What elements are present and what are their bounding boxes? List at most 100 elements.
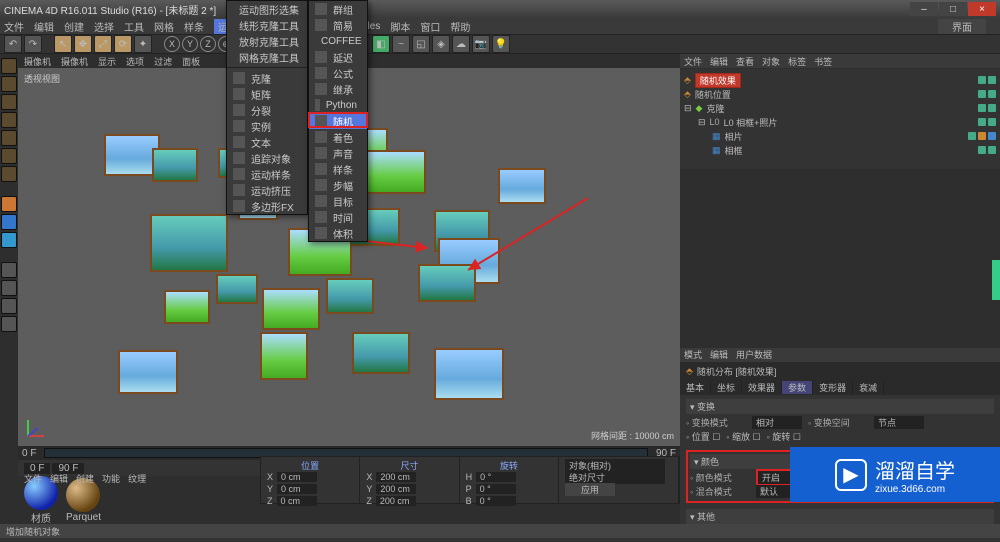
om-file[interactable]: 文件 xyxy=(684,55,702,68)
object-row-photo[interactable]: ▦相片 xyxy=(684,129,996,143)
om-view[interactable]: 查看 xyxy=(736,55,754,68)
attr-tab-effector[interactable]: 效果器 xyxy=(742,381,782,394)
undo-icon[interactable]: ↶ xyxy=(4,35,22,53)
tweak-icon[interactable] xyxy=(1,196,17,212)
transform-mode-select[interactable]: 相对 xyxy=(752,416,802,429)
mat-menu-texture[interactable]: 纹理 xyxy=(128,472,146,485)
snap-settings-icon[interactable] xyxy=(1,262,17,278)
mi-plain[interactable]: 简易 xyxy=(309,17,367,33)
size-y-field[interactable]: 200 cm xyxy=(376,484,416,494)
axis-mode-icon[interactable] xyxy=(1,166,17,182)
x-axis-lock[interactable]: X xyxy=(164,36,180,52)
mi-shader[interactable]: 着色 xyxy=(309,129,367,145)
mi-spline-eff[interactable]: 样条 xyxy=(309,161,367,177)
planar-workplane-icon[interactable] xyxy=(1,316,17,332)
menu-tools[interactable]: 工具 xyxy=(124,19,144,34)
z-axis-lock[interactable]: Z xyxy=(200,36,216,52)
view-display[interactable]: 显示 xyxy=(98,55,116,68)
mi-moextrude[interactable]: 运动挤压 xyxy=(227,182,307,198)
menu-create[interactable]: 创建 xyxy=(64,19,84,34)
mi-tracer[interactable]: 追踪对象 xyxy=(227,150,307,166)
mi-coffee[interactable]: COFFEE xyxy=(309,33,367,49)
mat-menu-edit[interactable]: 编辑 xyxy=(50,472,68,485)
quantize-icon[interactable] xyxy=(1,280,17,296)
primitive-cube-icon[interactable]: ◧ xyxy=(372,35,390,53)
attr-tab-coord[interactable]: 坐标 xyxy=(711,381,742,394)
object-row-random-effect[interactable]: ⬘随机效果 xyxy=(684,73,996,87)
menu-script[interactable]: 脚本 xyxy=(390,19,410,34)
rotate-icon[interactable]: ⟳ xyxy=(114,35,132,53)
menu-edit[interactable]: 编辑 xyxy=(34,19,54,34)
window-close-button[interactable]: × xyxy=(968,2,996,16)
generator-icon[interactable]: ◱ xyxy=(412,35,430,53)
menu-window[interactable]: 窗口 xyxy=(420,19,440,34)
mi-delay[interactable]: 延迟 xyxy=(309,49,367,65)
spline-icon[interactable]: ~ xyxy=(392,35,410,53)
attr-tab-deformer[interactable]: 变形器 xyxy=(813,381,853,394)
mi-linear-clone[interactable]: 线形克隆工具 xyxy=(227,17,307,33)
om-tags[interactable]: 标签 xyxy=(788,55,806,68)
attr-tab-falloff[interactable]: 衰减 xyxy=(853,381,884,394)
mi-matrix[interactable]: 矩阵 xyxy=(227,86,307,102)
mi-motext[interactable]: 文本 xyxy=(227,134,307,150)
size-x-field[interactable]: 200 cm xyxy=(376,472,416,482)
mi-polyfx[interactable]: 多边形FX xyxy=(227,198,307,214)
view-camera[interactable]: 摄像机 xyxy=(24,55,51,68)
pos-x-field[interactable]: 0 cm xyxy=(277,472,317,482)
om-bookmarks[interactable]: 书签 xyxy=(814,55,832,68)
menu-select[interactable]: 选择 xyxy=(94,19,114,34)
mi-formula[interactable]: 公式 xyxy=(309,65,367,81)
mi-moinstance[interactable]: 实例 xyxy=(227,118,307,134)
view-panel[interactable]: 面板 xyxy=(182,55,200,68)
live-select-icon[interactable]: ↖ xyxy=(54,35,72,53)
scale-icon[interactable]: ⤢ xyxy=(94,35,112,53)
make-editable-icon[interactable] xyxy=(1,58,17,74)
object-row-frame[interactable]: ▦相框 xyxy=(684,143,996,157)
rot-p-field[interactable]: 0 ° xyxy=(476,484,516,494)
object-row-frame-group[interactable]: ⊟L0L0 相框+照片 xyxy=(684,115,996,129)
mi-python[interactable]: Python xyxy=(309,97,367,113)
apply-button[interactable]: 应用 xyxy=(565,483,615,496)
attr-tab-basic[interactable]: 基本 xyxy=(680,381,711,394)
menu-file[interactable]: 文件 xyxy=(4,19,24,34)
rot-checkbox[interactable]: ◦ 旋转 ☐ xyxy=(767,430,801,443)
view-filter[interactable]: 过滤 xyxy=(154,55,172,68)
scale-checkbox[interactable]: ◦ 缩放 ☐ xyxy=(726,430,760,443)
layout-switcher[interactable]: 界面 xyxy=(938,19,986,34)
mi-cloner[interactable]: 克隆 xyxy=(227,70,307,86)
mi-volume[interactable]: 体积 xyxy=(309,225,367,241)
pos-z-field[interactable]: 0 cm xyxy=(277,496,317,506)
camera-icon[interactable]: 📷 xyxy=(472,35,490,53)
mi-inheritance[interactable]: 继承 xyxy=(309,81,367,97)
object-row-random-pos[interactable]: ⬘随机位置 xyxy=(684,87,996,101)
locked-workplane-icon[interactable] xyxy=(1,298,17,314)
menu-spline[interactable]: 样条 xyxy=(184,19,204,34)
om-edit[interactable]: 编辑 xyxy=(710,55,728,68)
polygon-mode-icon[interactable] xyxy=(1,148,17,164)
object-manager[interactable]: ⬘随机效果 ⬘随机位置 ⊟◆克隆 ⊟L0L0 相框+照片 ▦相片 ▦相框 xyxy=(680,69,1000,169)
mi-radial-clone[interactable]: 放射克隆工具 xyxy=(227,33,307,49)
am-userdata[interactable]: 用户数据 xyxy=(736,348,772,361)
size-z-field[interactable]: 200 cm xyxy=(376,496,416,506)
move-icon[interactable]: ✥ xyxy=(74,35,92,53)
mi-time[interactable]: 时间 xyxy=(309,209,367,225)
am-edit[interactable]: 编辑 xyxy=(710,348,728,361)
light-icon[interactable]: 💡 xyxy=(492,35,510,53)
edge-mode-icon[interactable] xyxy=(1,130,17,146)
transform-space-select[interactable]: 节点 xyxy=(874,416,924,429)
mat-menu-function[interactable]: 功能 xyxy=(102,472,120,485)
mi-step[interactable]: 步幅 xyxy=(309,177,367,193)
mat-menu-file[interactable]: 文件 xyxy=(24,472,42,485)
side-handle[interactable] xyxy=(992,260,1000,300)
menu-help[interactable]: 帮助 xyxy=(450,19,470,34)
mi-sound[interactable]: 声音 xyxy=(309,145,367,161)
point-mode-icon[interactable] xyxy=(1,112,17,128)
menu-mesh[interactable]: 网格 xyxy=(154,19,174,34)
deformer-icon[interactable]: ◈ xyxy=(432,35,450,53)
pos-checkbox[interactable]: ◦ 位置 ☐ xyxy=(686,430,720,443)
window-minimize-button[interactable]: – xyxy=(910,2,938,16)
redo-icon[interactable]: ↷ xyxy=(24,35,42,53)
mi-grid-clone[interactable]: 网格克隆工具 xyxy=(227,49,307,65)
effector-submenu[interactable]: 群组 简易 COFFEE 延迟 公式 继承 Python 随机 着色 声音 样条… xyxy=(308,0,368,242)
window-maximize-button[interactable]: □ xyxy=(939,2,967,16)
